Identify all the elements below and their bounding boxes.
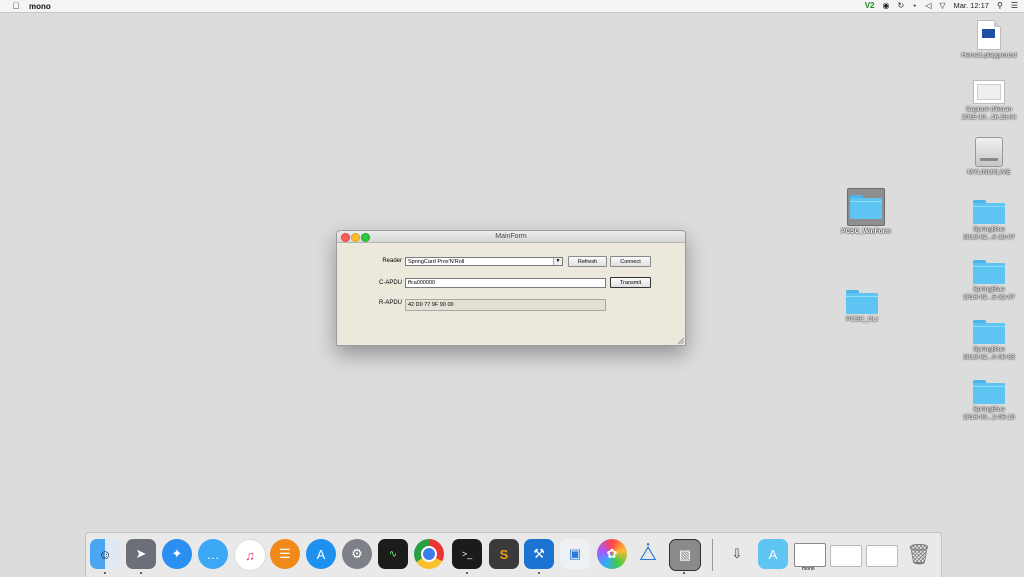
time-machine-icon[interactable]: ↻	[897, 0, 904, 12]
desktop-icon-springblue-1[interactable]: SpringBlue 2016-02...6-18-07	[951, 200, 1024, 242]
menu-bar-extras: V2 ◉ ↻ ⋆ ◁ ▽ Mar. 12:17 ⚲ ☰	[865, 0, 1018, 12]
dock-separator	[712, 539, 713, 571]
folder-icon	[973, 380, 1005, 404]
folder-icon	[973, 260, 1005, 284]
transmit-button[interactable]: Transmit	[610, 277, 651, 288]
desktop-icon-springblue-4[interactable]: SpringBlue 2016-03...2-05-19	[951, 380, 1024, 422]
window-title: MainForm	[495, 233, 527, 240]
desktop-icon-pcsc-winform[interactable]: PCSC_WinForm	[828, 188, 904, 236]
app-menu-name[interactable]: mono	[29, 2, 51, 11]
desktop-icon-label: SpringBlue	[973, 226, 1005, 233]
desktop-icon-label: SpringBlue	[973, 346, 1005, 353]
downloads-stack-icon[interactable]: ⇩	[722, 539, 752, 569]
desktop-icon-sublabel: 2016-03...2-05-19	[963, 414, 1015, 421]
apple-menu-icon[interactable]: 	[11, 1, 21, 11]
desktop-icon-label: SpringBlue	[973, 406, 1005, 413]
minimize-window-icon[interactable]	[351, 233, 360, 242]
terminal-icon[interactable]: >_	[452, 539, 482, 569]
photos-icon[interactable]: ✿	[597, 539, 627, 569]
desktop-icon-label: Herve1.playground	[961, 52, 1017, 59]
clock[interactable]: Mar. 12:17	[954, 0, 989, 12]
selection-highlight	[847, 188, 885, 226]
running-indicator	[683, 572, 685, 574]
desktop-icon-springblue-2[interactable]: SpringBlue 2016-02...5-32-07	[951, 260, 1024, 302]
trash-icon[interactable]: 🗑	[904, 539, 934, 569]
messages-icon[interactable]: …	[198, 539, 228, 569]
mono-app-icon[interactable]: ▧	[669, 539, 701, 571]
desktop-icon-pcsc-cli[interactable]: PCSC_CLI	[824, 290, 900, 324]
close-window-icon[interactable]	[341, 233, 350, 242]
running-indicator	[140, 572, 142, 574]
refresh-button[interactable]: Refresh	[568, 256, 607, 267]
zoom-window-icon[interactable]	[361, 233, 370, 242]
screenshot-thumbnail-2[interactable]	[866, 545, 898, 567]
mono-window-thumbnail[interactable]	[794, 543, 826, 567]
preview-icon[interactable]: ▣	[560, 539, 590, 569]
screenshot-thumbnail-1[interactable]	[830, 545, 862, 567]
xcode-icon[interactable]: ⚒	[524, 539, 554, 569]
system-preferences-icon[interactable]: ⚙	[342, 539, 372, 569]
visual-studio-code-icon[interactable]: ⧊	[633, 539, 663, 569]
mainform-window: MainForm	[336, 230, 686, 346]
desktop-icon-screenshot[interactable]: Capture d'écran 2015-10...16.15.04	[951, 80, 1024, 122]
itunes-icon[interactable]: ♫	[234, 539, 266, 571]
reader-select[interactable]: SpringCard Prox'N'Roll ▼	[405, 257, 563, 266]
desktop-icon-playground[interactable]: Herve1.playground	[951, 20, 1024, 60]
activity-monitor-icon[interactable]: ∿	[378, 539, 408, 569]
desktop-icon-sublabel: 2015-10...16.15.04	[961, 114, 1017, 121]
reader-select-value: SpringCard Prox'N'Roll	[408, 259, 465, 265]
desktop-icon-label: Capture d'écran	[965, 106, 1013, 113]
desktop-icon-label: SpringBlue	[973, 286, 1005, 293]
window-titlebar[interactable]: MainForm	[337, 231, 685, 243]
desktop-icon-springblue-3[interactable]: SpringBlue 2016-02...0-06-53	[951, 320, 1024, 362]
folder-icon	[850, 195, 882, 219]
desktop-icon-label: PCSC_CLI	[846, 316, 878, 323]
capdu-label: C-APDU	[378, 280, 402, 286]
desktop-icon-sublabel: 2016-02...5-32-07	[963, 294, 1015, 301]
desktop-icon-sublabel: 2016-02...0-06-53	[963, 354, 1015, 361]
resize-grip-icon[interactable]	[678, 338, 684, 344]
connect-button[interactable]: Connect	[610, 256, 651, 267]
bluetooth-icon[interactable]: ⋆	[912, 0, 917, 12]
desktop-icon-mylinuxlive[interactable]: MYLINUXLIVE	[951, 137, 1024, 177]
reader-label: Reader	[382, 258, 402, 264]
record-icon[interactable]: ◉	[883, 0, 890, 12]
chrome-icon[interactable]	[414, 539, 444, 569]
wifi-icon[interactable]: ▽	[939, 0, 945, 12]
playground-file-icon	[977, 20, 1001, 50]
vpn-status-icon[interactable]: V2	[865, 0, 875, 12]
running-indicator	[538, 572, 540, 574]
finder-icon[interactable]: ☺	[90, 539, 120, 569]
screenshot-file-icon	[973, 80, 1005, 104]
folder-icon	[973, 200, 1005, 224]
dropdown-arrow-icon[interactable]: ▼	[553, 258, 562, 265]
capdu-input[interactable]: ffca000000	[405, 278, 606, 288]
rapdu-label: R-APDU	[378, 300, 402, 306]
folder-icon	[846, 290, 878, 314]
launchpad-icon[interactable]: ➤	[126, 539, 156, 569]
desktop-icon-sublabel: 2016-02...6-18-07	[963, 234, 1015, 241]
spotlight-search-icon[interactable]: ⚲	[997, 0, 1003, 12]
mono-window-label: mono	[802, 566, 815, 572]
notification-center-icon[interactable]: ☰	[1011, 0, 1018, 12]
running-indicator	[104, 572, 106, 574]
external-disk-icon	[975, 137, 1003, 167]
running-indicator	[466, 572, 468, 574]
app-store-icon[interactable]: A	[306, 539, 336, 569]
rapdu-output: 42 D0 77 9F 90 00	[405, 299, 606, 311]
folder-icon	[973, 320, 1005, 344]
sublime-text-icon[interactable]: S	[489, 539, 519, 569]
safari-icon[interactable]: ✦	[162, 539, 192, 569]
applications-folder-icon[interactable]: A	[758, 539, 788, 569]
ibooks-icon[interactable]: ☰	[270, 539, 300, 569]
desktop-icon-label: PCSC_WinForm	[841, 228, 891, 235]
menu-bar:  mono V2 ◉ ↻ ⋆ ◁ ▽ Mar. 12:17 ⚲ ☰	[0, 0, 1024, 13]
volume-icon[interactable]: ◁	[925, 0, 931, 12]
desktop-icon-label: MYLINUXLIVE	[967, 169, 1011, 176]
